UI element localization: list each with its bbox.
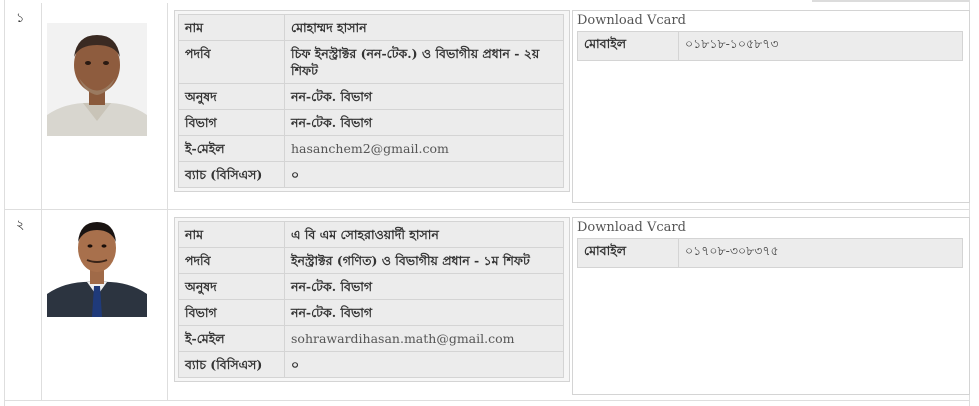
details-table: নাম এ বি এম সোহরাওয়ার্দী হাসান পদবি ইনস…: [178, 221, 564, 378]
value-batch: ০: [284, 161, 564, 188]
detail-row-designation: পদবি চিফ ইনস্ট্রাক্টর (নন-টেক.) ও বিভাগী…: [178, 40, 564, 84]
value-designation: চিফ ইনস্ট্রাক্টর (নন-টেক.) ও বিভাগীয় প্…: [284, 40, 564, 84]
label-department: বিভাগ: [178, 299, 285, 326]
label-batch: ব্যাচ (বিসিএস): [178, 161, 285, 188]
label-faculty: অনুষদ: [178, 83, 285, 110]
value-mobile: ০১৭০৮-৩০৮৩৭৫: [678, 238, 963, 268]
contact-table: মোবাইল ০১৭০৮-৩০৮৩৭৫: [577, 238, 963, 268]
value-name: মোহাম্মদ হাসান: [284, 14, 564, 41]
contact-row-mobile: মোবাইল ০১৭০৮-৩০৮৩৭৫: [577, 238, 963, 268]
photo-cell: [43, 210, 168, 400]
details-table: নাম মোহাম্মদ হাসান পদবি চিফ ইনস্ট্রাক্টর…: [178, 14, 564, 188]
label-name: নাম: [178, 14, 285, 41]
label-batch: ব্যাচ (বিসিএস): [178, 351, 285, 378]
value-faculty: নন-টেক. বিভাগ: [284, 83, 564, 110]
value-faculty: নন-টেক. বিভাগ: [284, 273, 564, 300]
profile-photo: [47, 23, 147, 136]
label-name: নাম: [178, 221, 285, 248]
info-cell: নাম এ বি এম সোহরাওয়ার্দী হাসান পদবি ইনস…: [168, 210, 970, 400]
detail-row-name: নাম মোহাম্মদ হাসান: [178, 14, 564, 41]
serial-number: ১: [4, 3, 42, 209]
detail-row-name: নাম এ বি এম সোহরাওয়ার্দী হাসান: [178, 221, 564, 248]
value-email[interactable]: hasanchem2@gmail.com: [284, 135, 564, 162]
table-row: ১ নাম মোহাম্মদ হাসান পদবি চিফ ইনস্ট্রাক্…: [4, 3, 970, 210]
profile-photo: [47, 216, 147, 317]
detail-row-faculty: অনুষদ নন-টেক. বিভাগ: [178, 83, 564, 110]
detail-row-batch: ব্যাচ (বিসিএস) ০: [178, 351, 564, 378]
label-mobile: মোবাইল: [577, 31, 679, 61]
detail-row-department: বিভাগ নন-টেক. বিভাগ: [178, 109, 564, 136]
table-row: ২ নাম এ বি এম সোহরাওয়ার্দী হাসান পদবি ই…: [4, 210, 970, 401]
detail-row-department: বিভাগ নন-টেক. বিভাগ: [178, 299, 564, 326]
detail-row-faculty: অনুষদ নন-টেক. বিভাগ: [178, 273, 564, 300]
label-mobile: মোবাইল: [577, 238, 679, 268]
detail-row-batch: ব্যাচ (বিসিএস) ০: [178, 161, 564, 188]
detail-row-designation: পদবি ইনস্ট্রাক্টর (গণিত) ও বিভাগীয় প্রধ…: [178, 247, 564, 274]
value-name: এ বি এম সোহরাওয়ার্দী হাসান: [284, 221, 564, 248]
photo-cell: [43, 3, 168, 209]
value-department: নন-টেক. বিভাগ: [284, 299, 564, 326]
details-box: নাম এ বি এম সোহরাওয়ার্দী হাসান পদবি ইনস…: [174, 217, 570, 382]
value-designation: ইনস্ট্রাক্টর (গণিত) ও বিভাগীয় প্রধান - …: [284, 247, 564, 274]
contact-row-mobile: মোবাইল ০১৮১৮-১০৫৮৭৩: [577, 31, 963, 61]
label-department: বিভাগ: [178, 109, 285, 136]
contact-table: মোবাইল ০১৮১৮-১০৫৮৭৩: [577, 31, 963, 61]
download-vcard-link[interactable]: Download Vcard: [573, 11, 969, 31]
detail-row-email: ই-মেইল sohrawardihasan.math@gmail.com: [178, 325, 564, 352]
download-vcard-link[interactable]: Download Vcard: [573, 218, 969, 238]
label-email: ই-মেইল: [178, 135, 285, 162]
contact-box: Download Vcard মোবাইল ০১৮১৮-১০৫৮৭৩: [572, 10, 970, 203]
top-strip: [812, 0, 970, 2]
label-designation: পদবি: [178, 40, 285, 84]
value-email[interactable]: sohrawardihasan.math@gmail.com: [284, 325, 564, 352]
value-department: নন-টেক. বিভাগ: [284, 109, 564, 136]
label-designation: পদবি: [178, 247, 285, 274]
contact-box: Download Vcard মোবাইল ০১৭০৮-৩০৮৩৭৫: [572, 217, 970, 395]
details-box: নাম মোহাম্মদ হাসান পদবি চিফ ইনস্ট্রাক্টর…: [174, 10, 570, 192]
label-faculty: অনুষদ: [178, 273, 285, 300]
serial-number: ২: [4, 210, 42, 400]
detail-row-email: ই-মেইল hasanchem2@gmail.com: [178, 135, 564, 162]
label-email: ই-মেইল: [178, 325, 285, 352]
value-mobile: ০১৮১৮-১০৫৮৭৩: [678, 31, 963, 61]
info-cell: নাম মোহাম্মদ হাসান পদবি চিফ ইনস্ট্রাক্টর…: [168, 3, 970, 209]
value-batch: ০: [284, 351, 564, 378]
